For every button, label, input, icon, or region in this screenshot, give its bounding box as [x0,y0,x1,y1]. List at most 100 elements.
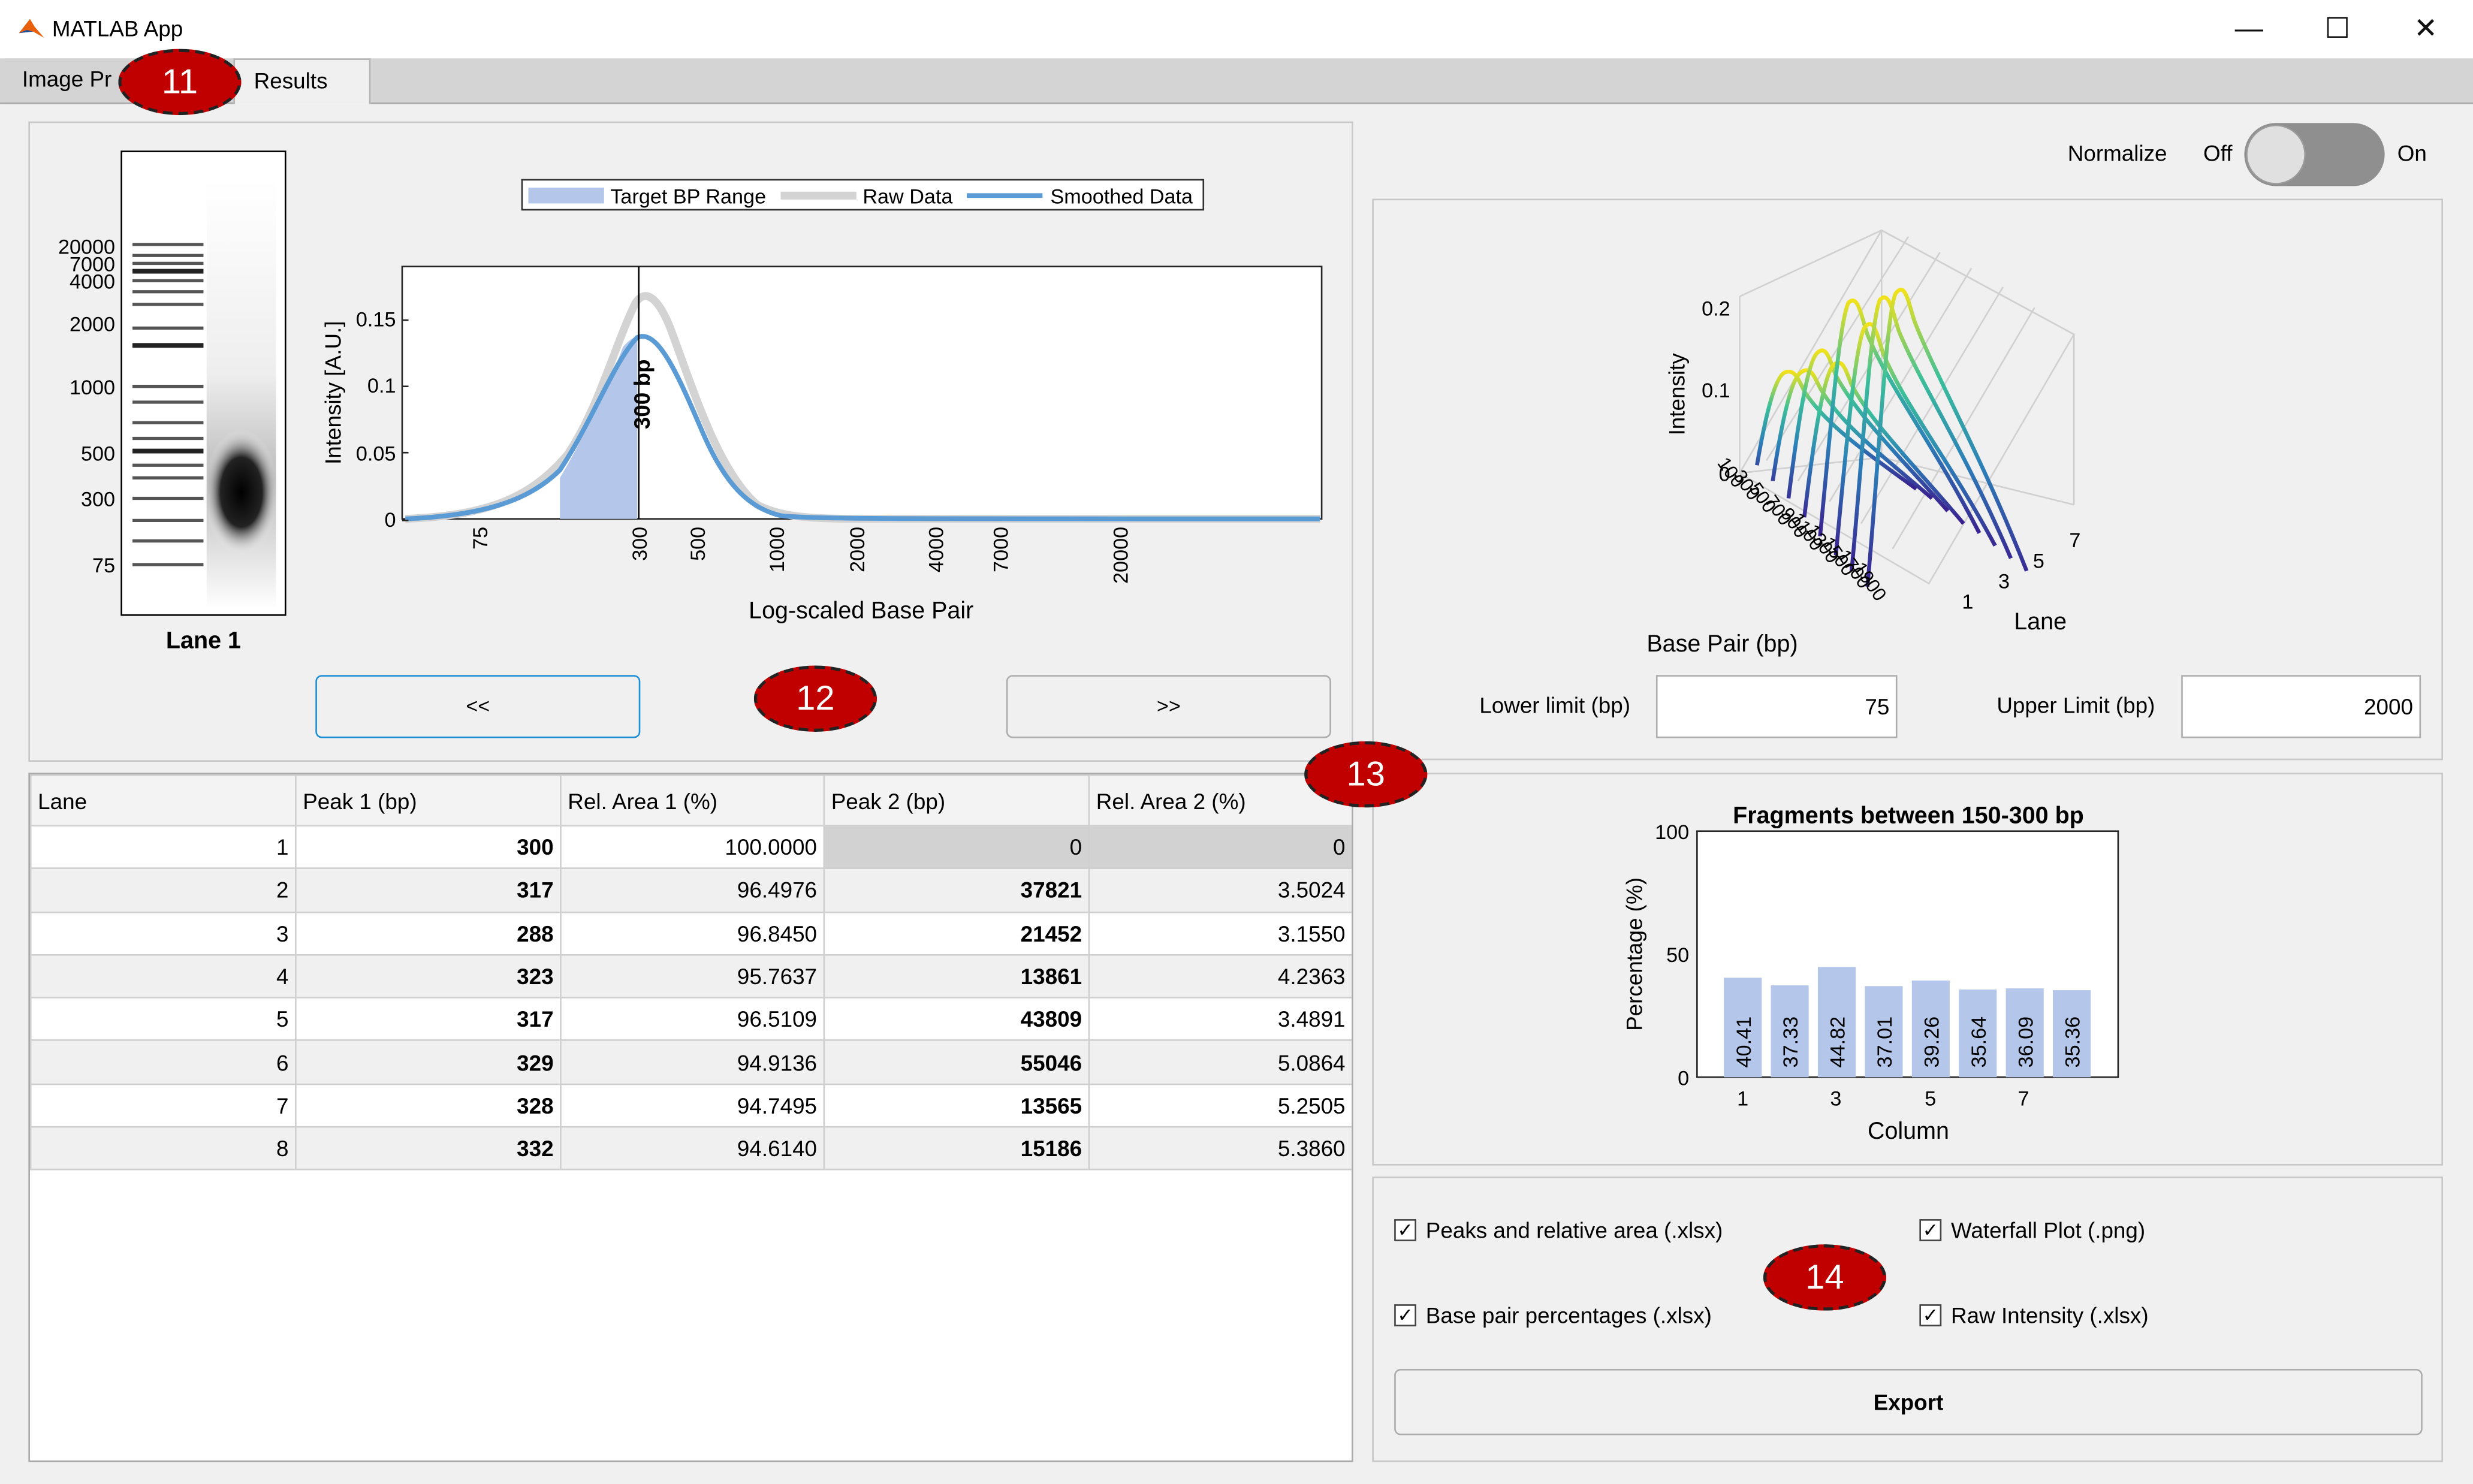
marker-label: 300 bp [630,360,655,430]
bar-data-label: 36.09 [2014,1017,2037,1068]
close-button[interactable]: ✕ [2381,0,2469,58]
table-cell[interactable]: 3.4891 [1088,997,1352,1042]
table-cell[interactable]: 94.6140 [560,1126,825,1171]
bp-percentages-checkbox[interactable]: ✓ [1394,1304,1416,1326]
tab-results[interactable]: Results [233,58,371,104]
column-header[interactable]: Peak 1 (bp) [295,774,562,827]
table-cell[interactable]: 95.7637 [560,954,825,999]
table-row[interactable]: 8 332 94.6140 15186 5.3860 [29,1126,1352,1171]
x-tick-label: 1000 [766,527,789,572]
table-cell[interactable]: 21452 [823,910,1090,956]
tab-strip [0,58,2473,104]
table-cell[interactable]: 300 [295,825,562,870]
lane-tick-label: 1 [1962,591,1973,614]
z-tick-label: 0.2 [1702,297,1730,320]
bar-data-label: 37.33 [1780,1017,1802,1068]
peaks-checkbox-label[interactable]: Peaks and relative area (.xlsx) [1426,1217,1723,1242]
table-row[interactable]: 3 288 96.8450 21452 3.1550 [29,910,1352,956]
table-cell[interactable]: 317 [295,868,562,913]
annotation-badge: 13 [1304,741,1428,808]
maximize-button[interactable]: ☐ [2293,0,2381,58]
table-cell[interactable]: 0 [1088,825,1352,870]
table-cell[interactable]: 3.5024 [1088,868,1352,913]
bar-y-tick-label: 50 [1666,944,1689,967]
switch-knob [2246,124,2306,185]
upper-limit-label: Upper Limit (bp) [1997,692,2155,718]
table-cell[interactable]: 288 [295,910,562,956]
table-cell[interactable]: 8 [29,1126,297,1171]
table-row[interactable]: 1 300 100.0000 0 0 [29,825,1352,870]
table-cell[interactable]: 5.0864 [1088,1040,1352,1085]
table-row[interactable]: 2 317 96.4976 37821 3.5024 [29,868,1352,913]
lane-tick-label: 5 [2033,550,2044,572]
x-tick-label: 75 [469,527,492,550]
table-row[interactable]: 6 329 94.9136 55046 5.0864 [29,1040,1352,1085]
table-row[interactable]: 7 328 94.7495 13565 5.2505 [29,1083,1352,1128]
table-cell[interactable]: 6 [29,1040,297,1085]
waterfall-checkbox[interactable]: ✓ [1919,1219,1942,1241]
table-cell[interactable]: 317 [295,997,562,1042]
table-cell[interactable]: 55046 [823,1040,1090,1085]
table-cell[interactable]: 96.4976 [560,868,825,913]
table-cell[interactable]: 96.5109 [560,997,825,1042]
waterfall-checkbox-label[interactable]: Waterfall Plot (.png) [1951,1217,2145,1242]
normalize-switch[interactable] [2244,123,2385,186]
upper-limit-input[interactable] [2181,675,2421,738]
table-cell[interactable]: 0 [823,825,1090,870]
table-row[interactable]: 4 323 95.7637 13861 4.2363 [29,954,1352,999]
table-cell[interactable]: 329 [295,1040,562,1085]
next-lane-button[interactable]: >> [1006,675,1331,738]
results-table-container[interactable]: Lane Peak 1 (bp) Rel. Area 1 (%) Peak 2 … [28,773,1353,1462]
column-header[interactable]: Peak 2 (bp) [823,774,1090,827]
table-cell[interactable]: 5 [29,997,297,1042]
bar-chart-title: Fragments between 150-300 bp [1733,803,2084,829]
table-cell[interactable]: 2 [29,868,297,913]
bar-x-tick-label: 5 [1925,1088,1936,1111]
table-cell[interactable]: 37821 [823,868,1090,913]
table-cell[interactable]: 5.3860 [1088,1126,1352,1171]
table-cell[interactable]: 94.7495 [560,1083,825,1128]
table-cell[interactable]: 15186 [823,1126,1090,1171]
table-cell[interactable]: 328 [295,1083,562,1128]
table-cell[interactable]: 100.0000 [560,825,825,870]
lower-limit-input[interactable] [1655,675,1898,738]
y-tick-label: 0.05 [356,442,396,465]
export-button[interactable]: Export [1394,1369,2423,1435]
table-cell[interactable]: 1 [29,825,297,870]
gel-image: 20000 7000 4000 2000 1000 500 300 75 Lan… [58,150,286,653]
lane-tick-label: 3 [1998,571,2010,593]
table-cell[interactable]: 3.1550 [1088,910,1352,956]
column-header[interactable]: Rel. Area 1 (%) [560,774,825,827]
gel-ladder-label: 1000 [70,376,115,399]
table-cell[interactable]: 43809 [823,997,1090,1042]
table-cell[interactable]: 94.9136 [560,1040,825,1085]
raw-intensity-checkbox-label[interactable]: Raw Intensity (.xlsx) [1951,1303,2149,1328]
table-cell[interactable]: 4.2363 [1088,954,1352,999]
waterfall-x-label: Base Pair (bp) [1646,631,1798,657]
bp-percentages-checkbox-label[interactable]: Base pair percentages (.xlsx) [1426,1303,1712,1328]
table-cell[interactable]: 3 [29,910,297,956]
x-tick-label: 300 [629,527,652,561]
waterfall-lane-label: Lane [2014,608,2067,635]
bar-data-label: 37.01 [1874,1017,1896,1068]
bar-data-label: 35.36 [2062,1017,2085,1068]
table-cell[interactable]: 13861 [823,954,1090,999]
bar-x-tick-label: 1 [1737,1088,1748,1111]
previous-lane-button[interactable]: << [315,675,641,738]
table-cell[interactable]: 323 [295,954,562,999]
column-header[interactable]: Lane [29,774,297,827]
gel-ladder-label: 500 [81,442,115,465]
table-cell[interactable]: 332 [295,1126,562,1171]
table-row[interactable]: 5 317 96.5109 43809 3.4891 [29,997,1352,1042]
table-cell[interactable]: 4 [29,954,297,999]
lane-tick-label: 7 [2069,529,2080,552]
table-cell[interactable]: 96.8450 [560,910,825,956]
raw-intensity-checkbox[interactable]: ✓ [1919,1304,1942,1326]
table-cell[interactable]: 5.2505 [1088,1083,1352,1128]
table-cell[interactable]: 7 [29,1083,297,1128]
peaks-checkbox[interactable]: ✓ [1394,1219,1416,1241]
table-cell[interactable]: 13565 [823,1083,1090,1128]
x-tick-label: 20000 [1109,527,1132,584]
annotation-badge: 11 [118,49,242,116]
minimize-button[interactable]: — [2205,0,2293,58]
